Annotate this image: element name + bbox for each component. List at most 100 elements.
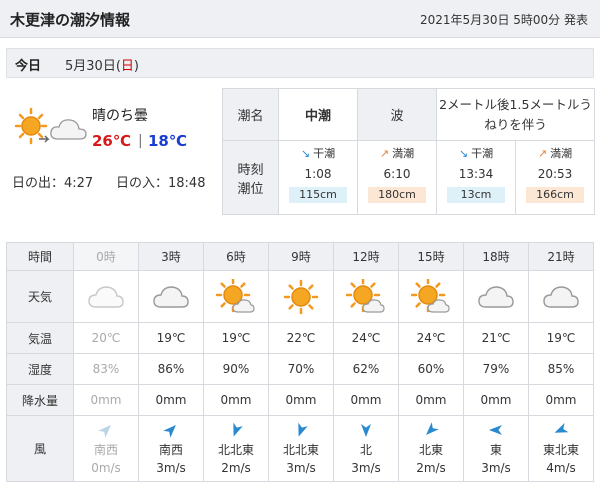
wind-arrow — [74, 422, 138, 440]
wind-arrow-icon — [298, 422, 308, 437]
low-temp: 18℃ — [148, 132, 188, 150]
wave-label: 波 — [357, 88, 437, 141]
wind-direction: 南西 — [158, 443, 183, 457]
wind-cell: 北東 2m/s — [398, 415, 464, 482]
tide-event-name: ↗ 満潮 — [358, 145, 436, 161]
wind-cell: 東北東 4m/s — [528, 415, 594, 482]
wind-direction: 北東 — [418, 443, 443, 457]
sun-cloud-icon — [411, 278, 450, 313]
weather-cell — [463, 270, 529, 323]
wind-speed: 4m/s — [546, 461, 576, 475]
wind-cell: 南西 0m/s — [73, 415, 139, 482]
wind-speed: 3m/s — [286, 461, 316, 475]
tide-level-badge: 180cm — [368, 187, 426, 203]
wind-direction: 北 — [359, 443, 372, 457]
day-bar: 今日 5月30日(日) — [6, 48, 594, 78]
wind-arrow — [269, 422, 333, 440]
wind-arrow-icon — [426, 422, 439, 435]
tide-event: ↘ 干潮 13:34 13cm — [436, 140, 516, 215]
temp-cell: 19℃ — [203, 322, 269, 354]
wind-arrow-icon — [489, 425, 502, 435]
day-date: 5月30日(日) — [65, 55, 139, 74]
wind-direction: 東 — [489, 443, 502, 457]
tide-event-type: 干潮 — [471, 147, 494, 160]
tide-time-label: 時刻 潮位 — [222, 140, 279, 215]
tide-event: ↗ 満潮 20:53 166cm — [515, 140, 595, 215]
wind-direction: 北北東 — [217, 443, 254, 457]
humidity-cell: 62% — [333, 353, 399, 385]
weather-cell — [203, 270, 269, 323]
announcement-time: 2021年5月30日 5時00分 発表 — [420, 13, 588, 27]
wind-speed: 0m/s — [91, 461, 121, 475]
page-title: 木更津の潮汐情報 — [10, 11, 131, 29]
wind-direction: 北北東 — [282, 443, 319, 457]
daily-summary: 晴のち曇 26℃ | 18℃ 日の出：4:27 日の入：18:48 — [6, 92, 218, 202]
humidity-cell: 60% — [398, 353, 464, 385]
wind-speed: 3m/s — [351, 461, 381, 475]
wind-arrow-icon — [233, 422, 243, 437]
weather-cell — [398, 270, 464, 323]
tide-name-label: 潮名 — [222, 88, 279, 141]
hour-header: 3時 — [138, 242, 204, 271]
row-label-temp: 気温 — [6, 322, 74, 354]
precip-cell: 0mm — [463, 384, 529, 416]
precip-cell: 0mm — [138, 384, 204, 416]
hour-header: 18時 — [463, 242, 529, 271]
high-temp: 26℃ — [92, 132, 132, 150]
tide-event: ↘ 干潮 1:08 115cm — [278, 140, 358, 215]
weather-cell — [138, 270, 204, 323]
tide-event-name: ↗ 満潮 — [516, 145, 594, 161]
cloud-icon — [153, 285, 189, 308]
row-label-weather: 天気 — [6, 270, 74, 323]
sun-then-cloud-icon — [14, 107, 87, 145]
weather-cell — [73, 270, 139, 323]
weekday: 日 — [120, 59, 134, 74]
tide-event-type: 満潮 — [392, 147, 415, 160]
wind-arrow-icon — [163, 425, 176, 438]
row-label-wind: 風 — [6, 415, 74, 482]
row-label-humidity: 湿度 — [6, 353, 74, 385]
sun-cloud-icon — [216, 278, 255, 313]
wave-value: 2メートル後1.5メートルうねりを伴う — [436, 88, 595, 141]
tide-event-name: ↘ 干潮 — [279, 145, 357, 161]
wind-arrow-icon — [554, 423, 569, 433]
cloud-icon — [50, 119, 87, 140]
humidity-cell: 83% — [73, 353, 139, 385]
precip-cell: 0mm — [333, 384, 399, 416]
tide-table: 潮名 中潮 波 2メートル後1.5メートルうねりを伴う 時刻 潮位 ↘ 干潮 1:08… — [222, 88, 595, 215]
arrow-down-right-icon: ↘ — [300, 147, 311, 160]
humidity-cell: 70% — [268, 353, 334, 385]
sun-cloud-icon — [346, 278, 385, 313]
wind-arrow — [529, 422, 593, 440]
wind-arrow — [399, 422, 463, 440]
tide-event-time: 20:53 — [537, 167, 573, 181]
wind-speed: 2m/s — [416, 461, 446, 475]
sun-icon — [14, 107, 48, 145]
level-label: 潮位 — [237, 181, 264, 197]
humidity-cell: 90% — [203, 353, 269, 385]
temp-cell: 22℃ — [268, 322, 334, 354]
hour-header: 21時 — [528, 242, 594, 271]
wind-direction: 南西 — [93, 443, 118, 457]
day-label: 今日 — [15, 59, 42, 74]
wind-cell: 南西 3m/s — [138, 415, 204, 482]
arrow-down-right-icon: ↘ — [458, 147, 469, 160]
wind-cell: 北北東 2m/s — [203, 415, 269, 482]
wind-cell: 東 3m/s — [463, 415, 529, 482]
row-label-time: 時間 — [6, 242, 74, 271]
weekday-close: ) — [133, 59, 139, 74]
arrow-up-right-icon: ↗ — [379, 147, 390, 160]
wind-arrow-icon — [361, 424, 371, 437]
precip-cell: 0mm — [398, 384, 464, 416]
cloud-icon — [88, 285, 124, 308]
wind-speed: 3m/s — [156, 461, 186, 475]
tide-event-time: 1:08 — [304, 167, 332, 181]
date-text: 5月30日 — [65, 59, 116, 74]
hour-header: 9時 — [268, 242, 334, 271]
wind-arrow — [204, 422, 268, 440]
sunrise: 日の出：4:27 — [12, 176, 94, 191]
wind-arrow-icon — [98, 425, 111, 438]
wind-arrow — [334, 422, 398, 440]
wind-arrow — [464, 422, 528, 440]
weather-cell — [333, 270, 399, 323]
